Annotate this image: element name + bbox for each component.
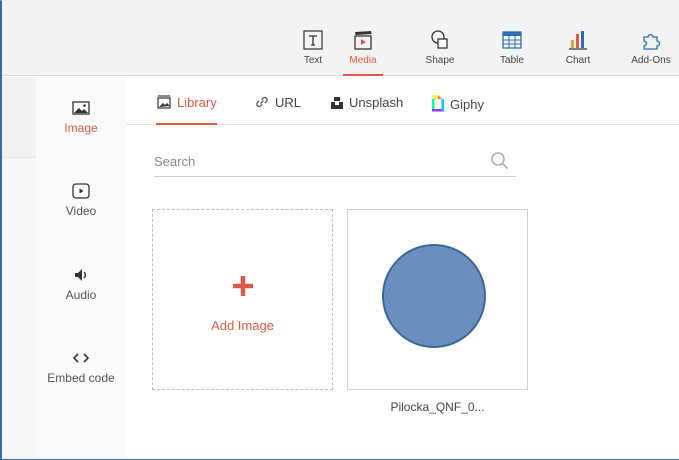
toolbar-addons-label: Add-Ons [631,55,671,66]
insert-toolbar: Text Media Shape Table Chart Add-Ons [2,0,679,76]
toolbar-addons-button[interactable]: Add-Ons [625,28,677,76]
toolbar-text-button[interactable]: Text [287,28,339,76]
left-gutter-lower [2,157,36,459]
shape-icon [431,30,448,49]
tab-url[interactable]: URL [254,94,301,125]
tab-url-label: URL [275,95,302,110]
code-brackets-icon [72,353,90,363]
sidebar-item-image[interactable]: Image [36,97,126,135]
media-panel: Library URL Unsplash Giphy Search Add Im… [126,77,679,459]
toolbar-table-label: Table [500,55,524,66]
tab-library[interactable]: Library [156,94,217,125]
video-play-icon [72,183,90,199]
clapperboard-icon [354,31,372,50]
add-image-button[interactable]: Add Image [152,209,333,390]
toolbar-shape-label: Shape [425,55,455,66]
toolbar-chart-button[interactable]: Chart [552,28,604,76]
unsplash-icon [331,97,343,109]
speaker-icon [75,269,86,281]
left-gutter [2,77,36,459]
giphy-icon [432,95,444,112]
image-icon [72,101,90,115]
sidebar-item-label: Image [64,121,98,135]
tab-unsplash-label: Unsplash [349,95,404,110]
add-image-label: Add Image [211,318,274,333]
table-icon [502,31,522,49]
sidebar-item-label: Audio [65,288,97,302]
toolbar-media-label: Media [349,55,377,66]
image-caption: Pilocka_QNF_0... [390,400,485,414]
toolbar-media-button[interactable]: Media [337,28,389,76]
tab-library-label: Library [177,95,217,110]
sidebar-item-video[interactable]: Video [36,180,126,218]
tab-unsplash[interactable]: Unsplash [330,94,403,125]
toolbar-chart-label: Chart [565,55,591,66]
search-icon[interactable] [490,151,510,171]
tab-giphy-label: Giphy [450,97,484,112]
text-box-icon [303,30,323,50]
toolbar-table-button[interactable]: Table [486,28,538,76]
sidebar-item-label: Video [65,204,97,218]
image-thumbnail [382,244,486,348]
toolbar-text-label: Text [303,55,323,66]
tab-giphy[interactable]: Giphy [431,94,484,125]
sidebar-item-label: Embed code [47,371,115,385]
puzzle-icon [643,33,661,50]
sidebar-item-audio[interactable]: Audio [36,264,126,302]
search-input[interactable] [154,147,474,175]
search-bar [154,147,516,177]
plus-icon [233,276,253,296]
library-icon [157,95,171,109]
link-icon [256,96,268,108]
library-image-tile[interactable] [347,209,528,390]
toolbar-shape-button[interactable]: Shape [414,28,466,76]
sidebar-item-embed-code[interactable]: Embed code [36,347,126,385]
media-type-sidebar: Image Video Audio Embed code [36,77,126,459]
bar-chart-icon [569,31,587,50]
source-tabs: Library URL Unsplash Giphy [126,77,679,125]
